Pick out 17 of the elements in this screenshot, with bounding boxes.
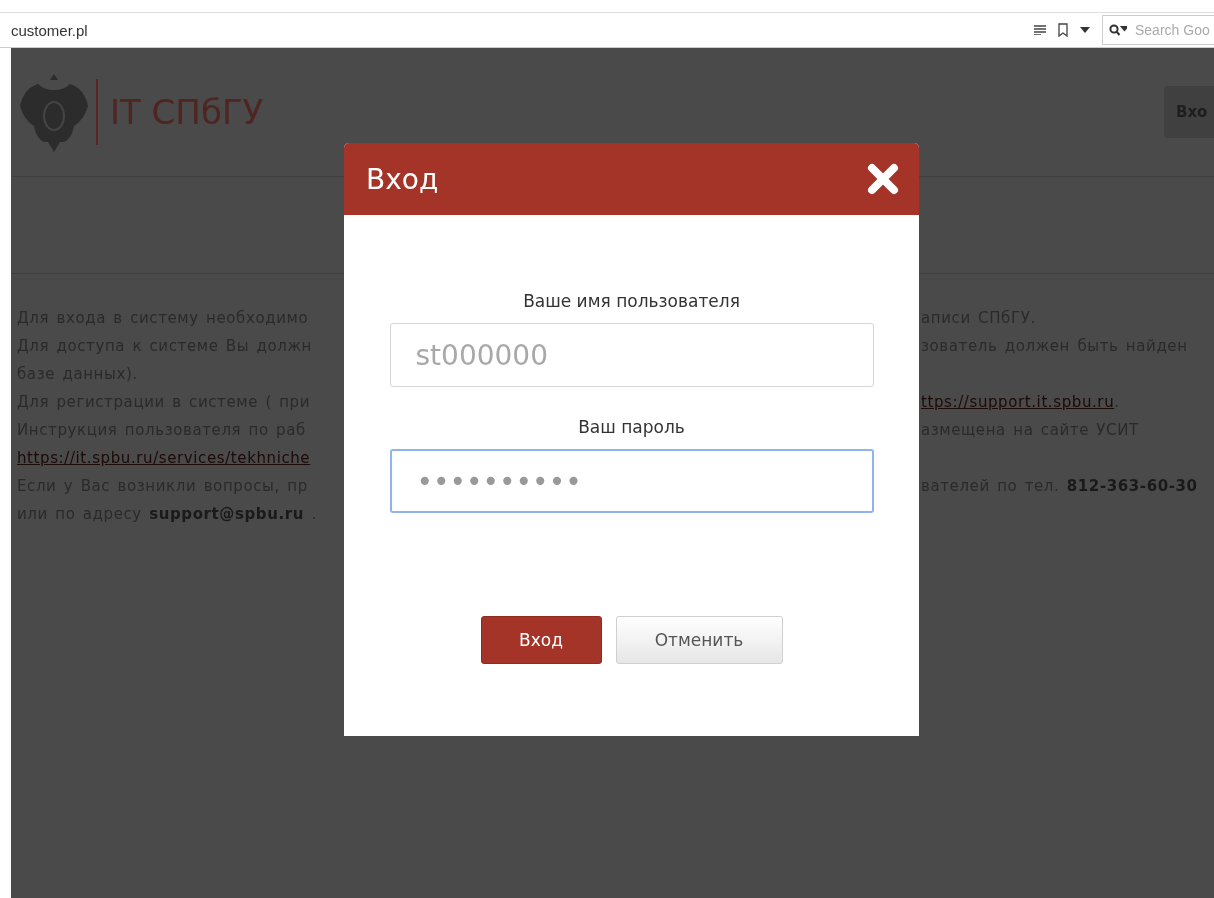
dialog-title: Вход: [366, 162, 439, 196]
caret-icon[interactable]: [1080, 27, 1090, 33]
login-button[interactable]: Вход: [480, 616, 602, 664]
notice-text: ttps://support.it.spbu.ru.: [921, 393, 1121, 411]
close-icon: [867, 163, 899, 195]
link[interactable]: ttps://support.it.spbu.ru: [921, 393, 1115, 411]
url-text[interactable]: customer.pl: [0, 21, 1034, 39]
input-field[interactable]: ••••••••••: [389, 449, 874, 513]
cancel-button[interactable]: Отменить: [615, 616, 783, 664]
field-label: Ваш пароль: [578, 417, 685, 437]
reader-icon[interactable]: [1034, 25, 1046, 35]
link[interactable]: https://it.spbu.ru/services/tekhniche: [17, 449, 311, 467]
field-label: Ваше имя пользователя: [523, 291, 740, 311]
close-button[interactable]: [867, 163, 899, 195]
search-field[interactable]: Search Goo: [1102, 15, 1214, 45]
input-field[interactable]: st000000: [389, 323, 874, 387]
bookmark-icon[interactable]: [1058, 23, 1068, 37]
